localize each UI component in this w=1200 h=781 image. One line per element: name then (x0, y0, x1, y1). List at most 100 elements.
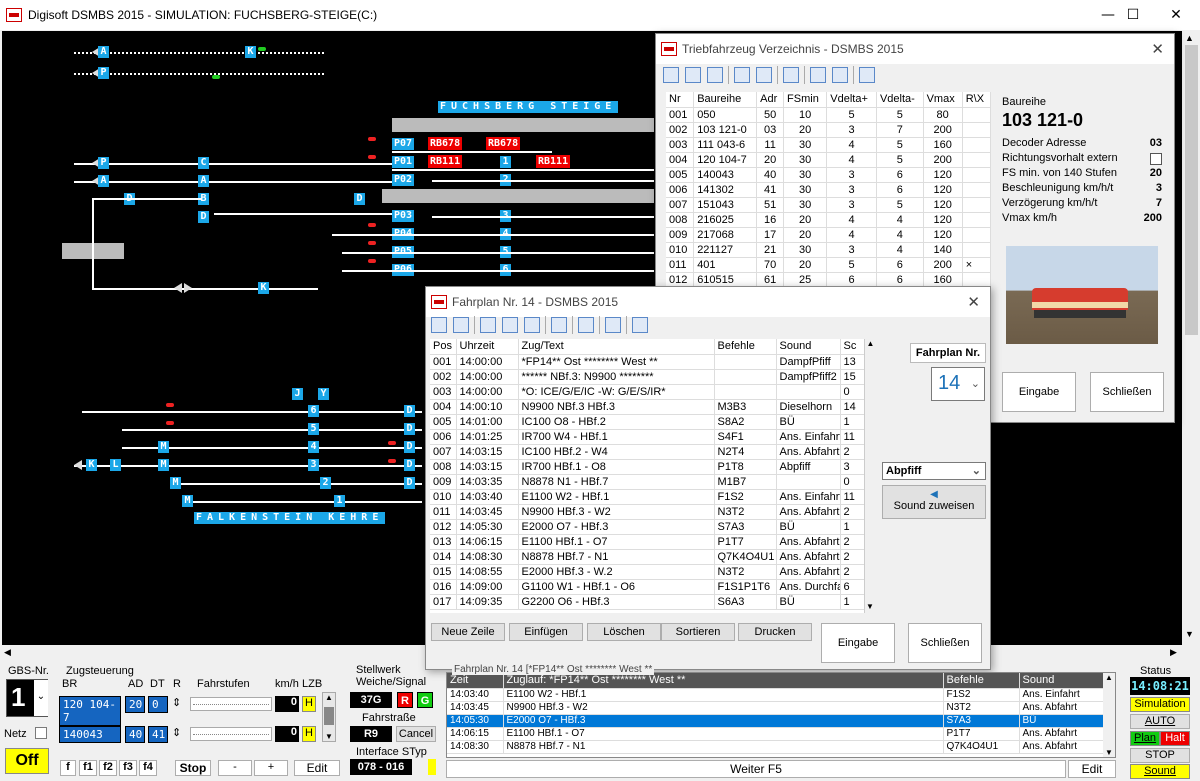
stop-status-button[interactable]: STOP (1130, 748, 1190, 763)
column-header[interactable]: Sound (1019, 673, 1104, 689)
table-row[interactable]: 14:06:15 E1100 HBf.1 - O7 P1T7 Ans. Abfahrt (447, 727, 1104, 741)
column-header[interactable]: Vmax (923, 92, 963, 108)
table-row[interactable]: 002 103 121-0 03 20 3 7 200 (666, 122, 991, 138)
f2-button[interactable]: f2 (99, 760, 117, 776)
simulation-button[interactable]: Simulation (1130, 697, 1190, 712)
lzb-button[interactable]: H (302, 726, 316, 742)
netz-checkbox[interactable] (35, 727, 47, 739)
column-header[interactable]: Sound (776, 339, 841, 355)
sort-icon[interactable] (578, 317, 594, 333)
delete-icon[interactable] (707, 67, 723, 83)
fahrplan-nr-select[interactable]: 14 ⌄ (931, 367, 985, 401)
speed-slider[interactable] (190, 727, 272, 741)
table-row[interactable]: 14:03:45 N9900 HBf.3 - W2 N3T2 Ans. Abfahrt (447, 701, 1104, 715)
running-timetable[interactable]: Zeit Zuglauf: *FP14** Ost ******** West *… (446, 672, 1116, 758)
table-row[interactable]: 010 14:03:40 E1100 W2 - HBf.1 F1S2 Ans. Einf… (430, 489, 865, 505)
g-button[interactable]: G (417, 692, 433, 708)
table-row[interactable]: 007 14:03:15 IC100 HBf.2 - W4 N2T4 Ans. Abfa… (430, 444, 865, 460)
save-icon[interactable] (810, 67, 826, 83)
column-header[interactable]: Zeit (447, 673, 504, 689)
column-header[interactable]: Befehle (714, 339, 777, 355)
table-row[interactable]: 006 141302 41 30 3 6 120 (666, 182, 991, 198)
sortieren-button[interactable]: Sortieren (661, 623, 735, 641)
speed-slider[interactable] (190, 697, 272, 711)
plan-button[interactable]: Plan (1130, 731, 1160, 746)
print-icon[interactable] (605, 317, 621, 333)
table-row[interactable]: 012 610515 61 25 6 6 160 (666, 272, 991, 288)
column-header[interactable]: Uhrzeit (456, 339, 519, 355)
image-icon[interactable] (756, 67, 772, 83)
timetable-edit-button[interactable]: Edit (1068, 760, 1116, 778)
loco-scrollbar[interactable]: ▲ ▼ (322, 692, 336, 742)
halt-button[interactable]: Halt (1160, 731, 1190, 746)
sound-zuweisen-button[interactable]: ◀ Sound zuweisen (882, 485, 986, 519)
close-button[interactable]: ✕ (1153, 0, 1199, 30)
loeschen-button[interactable]: Löschen (587, 623, 661, 641)
sound-button[interactable]: Sound (1130, 764, 1190, 779)
f1-button[interactable]: f1 (79, 760, 97, 776)
vertical-scrollbar[interactable]: ▲ ▼ (1183, 31, 1200, 645)
insert-icon[interactable] (502, 317, 518, 333)
minus-button[interactable]: - (218, 760, 252, 776)
r-button[interactable]: R (397, 692, 413, 708)
table-row[interactable]: 003 111 043-6 11 30 4 5 160 (666, 137, 991, 153)
table-row[interactable]: 14:03:40 E1100 W2 - HBf.1 F1S2 Ans. Einfahr… (447, 688, 1104, 702)
train-indicator[interactable]: RB678 (428, 137, 463, 150)
column-header[interactable]: Baureihe (693, 92, 758, 108)
f3-button[interactable]: f3 (119, 760, 137, 776)
f-button[interactable]: f (60, 760, 76, 776)
train-indicator[interactable]: RB111 (428, 155, 463, 168)
gbs-select[interactable]: 1 ⌄ (6, 679, 48, 717)
table-row[interactable]: 006 14:01:25 IR700 W4 - HBf.1 S4F1 Ans. Einf… (430, 429, 865, 445)
help-icon[interactable] (859, 67, 875, 83)
column-header[interactable]: Befehle (943, 673, 1020, 689)
table-row[interactable]: 004 14:00:10 N9900 NBf.3 HBf.3 M3B3 Dieselho… (430, 399, 865, 415)
schliessen-button[interactable]: Schließen (908, 623, 982, 663)
table-row[interactable]: 016 14:09:00 G1100 W1 - HBf.1 - O6 F1S1P1T6… (430, 579, 865, 595)
cancel-button[interactable]: Cancel (396, 726, 436, 742)
column-header[interactable]: R\X (962, 92, 991, 108)
new-icon[interactable] (663, 67, 679, 83)
loco-dt-2[interactable]: 41 (148, 726, 168, 743)
sort-icon[interactable] (783, 67, 799, 83)
loco-table[interactable]: Nr Baureihe Adr FSmin Vdelta+ Vdelta- Vmax R\X … (666, 92, 991, 288)
timetable-table[interactable]: Pos Uhrzeit Zug/Text Befehle Sound Sc 001 14:0… (430, 339, 876, 613)
train-indicator[interactable]: RB111 (536, 155, 571, 168)
einfuegen-button[interactable]: Einfügen (509, 623, 583, 641)
column-header[interactable]: Pos (430, 339, 457, 355)
column-header[interactable]: Adr (756, 92, 785, 108)
table-row[interactable]: 012 14:05:30 E2000 O7 - HBf.3 S7A3 BÜ 1 (430, 519, 865, 535)
table-row[interactable]: 001 14:00:00 *FP14** Ost ******** West ** D… (430, 354, 865, 370)
column-header[interactable]: Zug/Text (518, 339, 715, 355)
table-row[interactable]: 007 151043 51 30 3 5 120 (666, 197, 991, 213)
lzb-button[interactable]: H (302, 696, 316, 712)
richtung-checkbox[interactable] (1150, 153, 1162, 165)
column-header[interactable]: Vdelta- (876, 92, 924, 108)
direction-toggle[interactable]: ⇕ (172, 696, 181, 709)
neue-zeile-button[interactable]: Neue Zeile (431, 623, 505, 641)
maximize-button[interactable]: ☐ (1110, 0, 1156, 30)
column-header[interactable]: FSmin (783, 92, 828, 108)
loco-ad-1[interactable]: 20 (125, 696, 145, 713)
table-row[interactable]: 011 401 70 20 5 6 200 × (666, 257, 991, 273)
table-row[interactable]: 005 140043 40 30 3 6 120 (666, 167, 991, 183)
table-row[interactable]: 003 14:00:00 *O: ICE/G/E/IC -W: G/E/S/IR* 0 (430, 384, 865, 400)
plus-button[interactable]: + (254, 760, 288, 776)
table-row[interactable]: 015 14:08:55 E2000 HBf.3 - W.2 N3T2 Ans. Abf… (430, 564, 865, 580)
table-row[interactable]: 017 14:09:35 G2200 O6 - HBf.3 S6A3 BÜ 1 (430, 594, 865, 610)
new-icon[interactable] (480, 317, 496, 333)
stop-button[interactable]: Stop (175, 760, 211, 776)
print-icon[interactable] (832, 67, 848, 83)
schliessen-button[interactable]: Schließen (1090, 372, 1164, 412)
auto-button[interactable]: AUTO (1130, 714, 1190, 729)
table-row[interactable]: 009 217068 17 20 4 4 120 (666, 227, 991, 243)
column-header[interactable]: Nr (666, 92, 695, 108)
eingabe-button[interactable]: Eingabe (821, 623, 895, 663)
table-row[interactable]: 14:05:30 E2000 O7 - HBf.3 S7A3 BÜ (447, 714, 1104, 728)
column-header[interactable]: Vdelta+ (826, 92, 877, 108)
table-scrollbar[interactable]: ▲ ▼ (1103, 673, 1115, 757)
edit-button[interactable]: Edit (294, 760, 340, 776)
table-row[interactable]: 014 14:08:30 N8878 HBf.7 - N1 Q7K4O4U1 Ans. … (430, 549, 865, 565)
table-row[interactable]: 002 14:00:00 ****** NBf.3: N9900 ******** D… (430, 369, 865, 385)
table-row[interactable]: 008 216025 16 20 4 4 120 (666, 212, 991, 228)
